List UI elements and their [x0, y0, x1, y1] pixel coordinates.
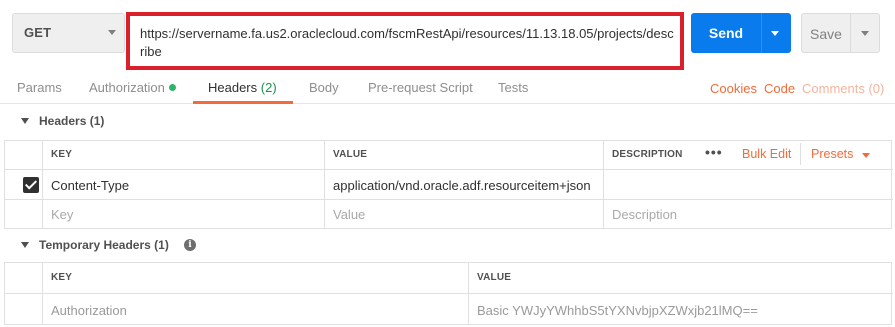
header-description-cell[interactable]: [604, 170, 893, 200]
new-key-input[interactable]: Key: [43, 200, 325, 228]
status-dot-icon: [168, 84, 176, 92]
save-options-chevron-icon[interactable]: [861, 31, 869, 36]
tab-headers[interactable]: Headers (2): [208, 80, 277, 95]
cookies-link[interactable]: Cookies: [710, 81, 757, 96]
tab-authorization[interactable]: Authorization: [89, 80, 176, 95]
request-bar: GET https://servername.fa.us2.oracleclou…: [0, 0, 895, 70]
send-divider: [761, 13, 762, 53]
new-key-placeholder: Key: [51, 207, 74, 222]
code-link[interactable]: Code: [764, 81, 795, 96]
active-tab-indicator: [193, 101, 293, 104]
new-value-placeholder: Value: [333, 207, 366, 222]
request-tabs: Params Authorization Headers (2) Body Pr…: [0, 72, 895, 104]
header-value-cell[interactable]: application/vnd.oracle.adf.resourceitem+…: [325, 170, 604, 200]
temp-header-value-cell: Basic YWJyYWhhbS5tYXNvbjpXZWxjb21lMQ==: [469, 294, 893, 324]
tab-prerequest-script[interactable]: Pre-request Script: [368, 80, 473, 95]
column-header-value: VALUE: [325, 141, 604, 170]
send-label: Send: [708, 25, 744, 41]
save-button[interactable]: Save: [801, 13, 880, 53]
collapse-triangle-icon: [21, 118, 29, 124]
header-value-value: application/vnd.oracle.adf.resourceitem+…: [333, 178, 591, 193]
headers-section-title: Headers (1): [39, 114, 105, 128]
temporary-headers-section-title: Temporary Headers (1): [39, 238, 169, 252]
temporary-headers-section-toggle[interactable]: Temporary Headers (1) i: [0, 234, 895, 258]
tab-tests[interactable]: Tests: [498, 80, 528, 95]
chevron-down-icon: [108, 30, 116, 35]
presets-chevron-down-icon[interactable]: [862, 153, 870, 158]
url-input[interactable]: https://servername.fa.us2.oraclecloud.co…: [126, 12, 684, 70]
temp-header-key-value: Authorization: [51, 303, 127, 318]
new-description-placeholder: Description: [612, 207, 678, 222]
headers-section-toggle[interactable]: Headers (1): [0, 110, 895, 134]
column-header-key: KEY: [43, 141, 325, 170]
tab-params[interactable]: Params: [17, 80, 62, 95]
temporary-headers-table: KEY VALUE Authorization Basic YWJyYWhhbS…: [4, 262, 893, 325]
temp-header-key-cell: Authorization: [43, 294, 469, 324]
column-header-value: VALUE: [469, 263, 893, 294]
column-header-description-label: DESCRIPTION: [612, 149, 683, 160]
new-description-input[interactable]: Description: [604, 200, 893, 228]
send-options-chevron-icon[interactable]: [771, 31, 779, 36]
tab-headers-count: (2): [260, 80, 277, 95]
table-row-spacer: [5, 294, 43, 324]
header-enabled-checkbox[interactable]: [23, 177, 39, 193]
table-header-select: [5, 141, 43, 170]
presets-dropdown[interactable]: Presets: [811, 147, 853, 161]
column-header-key-label: KEY: [51, 149, 73, 160]
more-options-icon[interactable]: •••: [705, 144, 723, 160]
header-key-cell[interactable]: Content-Type: [43, 170, 325, 200]
method-select[interactable]: GET: [12, 13, 125, 53]
tab-authorization-label: Authorization: [89, 80, 165, 95]
tab-body[interactable]: Body: [309, 80, 339, 95]
info-icon[interactable]: i: [184, 239, 196, 251]
save-divider: [850, 14, 851, 52]
table-row-select-empty: [5, 200, 43, 228]
tab-headers-label: Headers: [208, 80, 258, 95]
bulk-edit-button[interactable]: Bulk Edit: [742, 147, 791, 161]
url-text[interactable]: https://servername.fa.us2.oraclecloud.co…: [140, 25, 676, 61]
comments-link[interactable]: Comments (0): [802, 81, 884, 96]
column-header-value-label: VALUE: [477, 272, 512, 283]
save-label: Save: [810, 26, 842, 42]
new-value-input[interactable]: Value: [325, 200, 604, 228]
column-header-key: KEY: [43, 263, 469, 294]
method-label: GET: [24, 25, 52, 40]
toolbar-divider: [800, 143, 801, 165]
column-header-key-label: KEY: [51, 272, 73, 283]
column-header-value-label: VALUE: [333, 149, 368, 160]
header-key-value: Content-Type: [51, 178, 130, 193]
collapse-triangle-icon: [21, 242, 29, 248]
send-button[interactable]: Send: [691, 13, 791, 53]
table-header-spacer: [5, 263, 43, 294]
temp-header-value-value: Basic YWJyYWhhbS5tYXNvbjpXZWxjb21lMQ==: [477, 303, 758, 318]
